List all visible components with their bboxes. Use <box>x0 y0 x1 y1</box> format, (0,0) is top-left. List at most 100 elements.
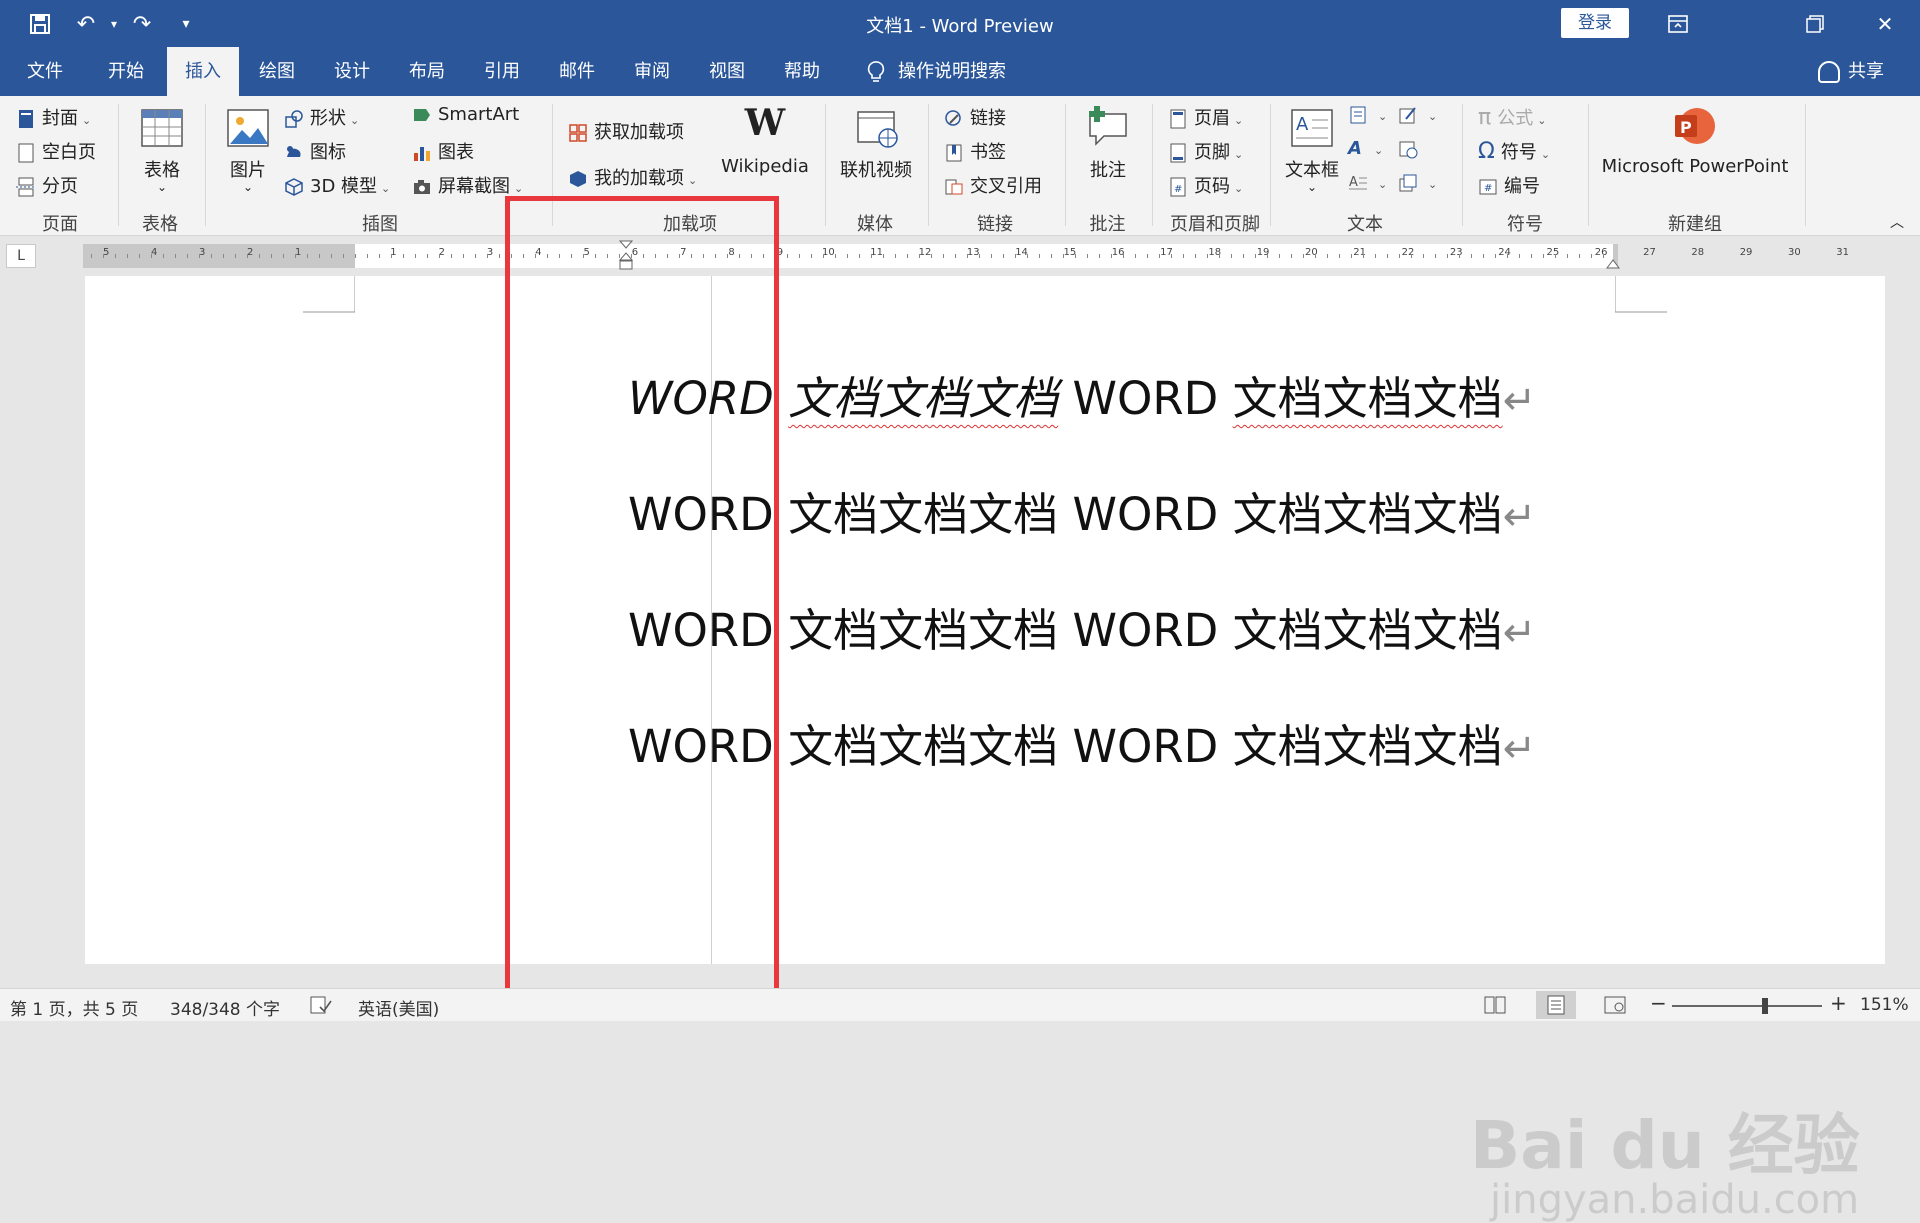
ruler-tick <box>451 254 452 258</box>
wordart-icon[interactable]: A ⌄ <box>1348 138 1383 159</box>
page-break-button[interactable]: 分页 <box>16 172 78 198</box>
tab-layout[interactable]: 布局 <box>402 47 452 96</box>
ruler-tick <box>1567 254 1568 258</box>
tab-file[interactable]: 文件 <box>20 47 70 96</box>
ruler-number: 28 <box>1691 247 1705 258</box>
watermark-url: jingyan.baidu.com <box>1490 1177 1860 1223</box>
cover-page-button[interactable]: 封面 ⌄ <box>16 104 91 130</box>
read-mode-icon[interactable] <box>1484 995 1506 1020</box>
comment-button[interactable]: 批注 <box>1078 156 1138 182</box>
text-box-button[interactable]: 文本框 <box>1280 156 1344 182</box>
drop-cap-icon[interactable]: A ⌄ <box>1348 172 1387 193</box>
ruler-tick <box>1003 254 1004 258</box>
ruler-tick <box>91 254 92 258</box>
picture-dropdown-icon[interactable]: ⌄ <box>218 180 278 194</box>
tab-insert[interactable]: 插入 <box>167 47 239 96</box>
lightbulb-icon[interactable] <box>860 47 892 96</box>
cross-reference-button[interactable]: 交叉引用 <box>944 172 1042 198</box>
quick-parts-icon[interactable]: ⌄ <box>1348 104 1387 125</box>
paragraph-mark: ↵ <box>1502 378 1537 424</box>
text-box-dropdown-icon[interactable]: ⌄ <box>1280 180 1344 194</box>
tab-mailings[interactable]: 邮件 <box>552 47 602 96</box>
ruler-tick <box>259 254 260 258</box>
smartart-button[interactable]: SmartArt <box>412 104 519 125</box>
zoom-slider[interactable] <box>1672 1005 1822 1007</box>
ribbon-display-options-icon[interactable] <box>1643 0 1713 47</box>
table-icon[interactable] <box>140 108 184 150</box>
online-video-button[interactable]: 联机视频 <box>836 156 916 182</box>
wikipedia-icon[interactable]: W <box>740 102 790 144</box>
tab-view[interactable]: 视图 <box>702 47 752 96</box>
document-page[interactable]: WORD 文档文档文档 WORD 文档文档文档↵ WORD 文档文档文档 WORD… <box>85 276 1885 964</box>
ruler-tick <box>1591 254 1592 258</box>
print-layout-icon[interactable] <box>1536 991 1576 1019</box>
my-addins-button[interactable]: 我的加载项 ⌄ <box>568 164 697 190</box>
ruler-tick <box>823 254 824 258</box>
symbol-button[interactable]: Ω 符号 ⌄ <box>1478 138 1550 164</box>
shapes-button[interactable]: 形状 ⌄ <box>284 104 359 130</box>
page-number-button[interactable]: # 页码 ⌄ <box>1168 172 1243 198</box>
signature-line-icon[interactable]: ⌄ <box>1398 104 1437 125</box>
zoom-slider-thumb[interactable] <box>1762 998 1768 1014</box>
new-comment-icon[interactable] <box>1086 104 1130 146</box>
tab-home[interactable]: 开始 <box>98 47 154 96</box>
restore-window-icon[interactable] <box>1780 0 1850 47</box>
horizontal-ruler[interactable]: 54321 1 2 3 4 5 6 7 8 9 10 11 12 13 14 15 16 17 18 19 20 21 2… <box>83 244 1849 268</box>
get-addins-button[interactable]: 获取加载项 <box>568 118 684 144</box>
group-label-tables: 表格 <box>142 214 178 235</box>
text-box-icon[interactable]: A <box>1290 108 1334 150</box>
online-video-icon[interactable] <box>856 108 900 150</box>
collapse-ribbon-icon[interactable]: ︿ <box>1890 212 1904 232</box>
paragraph-mark: ↵ <box>1502 494 1537 540</box>
date-time-icon[interactable] <box>1398 138 1424 159</box>
ruler-tick <box>499 254 500 258</box>
3d-model-button[interactable]: 3D 模型 ⌄ <box>284 172 390 198</box>
tell-me-search[interactable]: 操作说明搜索 <box>898 47 1012 96</box>
equation-button[interactable]: π 公式 ⌄ <box>1478 104 1546 130</box>
zoom-level[interactable]: 151% <box>1860 995 1909 1015</box>
ruler-tick <box>1423 254 1424 258</box>
object-icon[interactable]: ⌄ <box>1398 172 1437 193</box>
powerpoint-button[interactable]: Microsoft PowerPoint <box>1600 156 1790 177</box>
tab-review[interactable]: 审阅 <box>627 47 677 96</box>
watermark-logo: Bai du 经验 <box>1470 1107 1860 1184</box>
tab-help[interactable]: 帮助 <box>777 47 827 96</box>
picture-icon[interactable] <box>226 108 270 150</box>
tab-selector[interactable]: L <box>6 244 36 268</box>
table-dropdown-icon[interactable]: ⌄ <box>132 180 192 194</box>
language[interactable]: 英语(美国) <box>358 995 439 1020</box>
tab-draw[interactable]: 绘图 <box>252 47 302 96</box>
ruler-number: 22 <box>1401 247 1415 258</box>
ruler-tick <box>991 254 992 258</box>
page-count[interactable]: 第 1 页，共 5 页 <box>10 995 138 1020</box>
header-button[interactable]: 页眉 ⌄ <box>1168 104 1243 130</box>
right-indent-marker-icon[interactable] <box>1606 256 1620 270</box>
tab-design[interactable]: 设计 <box>327 47 377 96</box>
blank-page-button[interactable]: 空白页 <box>16 138 96 164</box>
table-button[interactable]: 表格 <box>132 156 192 182</box>
screenshot-button[interactable]: 屏幕截图 ⌄ <box>412 172 523 198</box>
icons-button[interactable]: 图标 <box>284 138 346 164</box>
margin-corner-mark <box>1615 276 1667 313</box>
powerpoint-icon[interactable]: P <box>1673 106 1717 148</box>
number-button[interactable]: # 编号 <box>1478 172 1540 198</box>
bookmark-button[interactable]: 书签 <box>944 138 1006 164</box>
share-label: 共享 <box>1848 61 1884 82</box>
ruler-tick <box>1219 254 1220 258</box>
tab-references[interactable]: 引用 <box>477 47 527 96</box>
separator <box>118 104 119 226</box>
zoom-out-button[interactable]: − <box>1650 991 1667 1015</box>
close-window-icon[interactable]: ✕ <box>1850 0 1920 47</box>
footer-button[interactable]: 页脚 ⌄ <box>1168 138 1243 164</box>
ruler-tick <box>403 254 404 258</box>
picture-button[interactable]: 图片 <box>218 156 278 182</box>
zoom-in-button[interactable]: + <box>1830 991 1847 1015</box>
share-button[interactable]: 共享 <box>1818 47 1884 96</box>
login-button[interactable]: 登录 <box>1561 8 1629 38</box>
word-count[interactable]: 348/348 个字 <box>170 995 280 1020</box>
proofing-icon[interactable] <box>310 995 332 1020</box>
link-button[interactable]: 链接 <box>944 104 1006 130</box>
wikipedia-button[interactable]: Wikipedia <box>720 156 810 177</box>
web-layout-icon[interactable] <box>1604 995 1626 1020</box>
chart-button[interactable]: 图表 <box>412 138 474 164</box>
